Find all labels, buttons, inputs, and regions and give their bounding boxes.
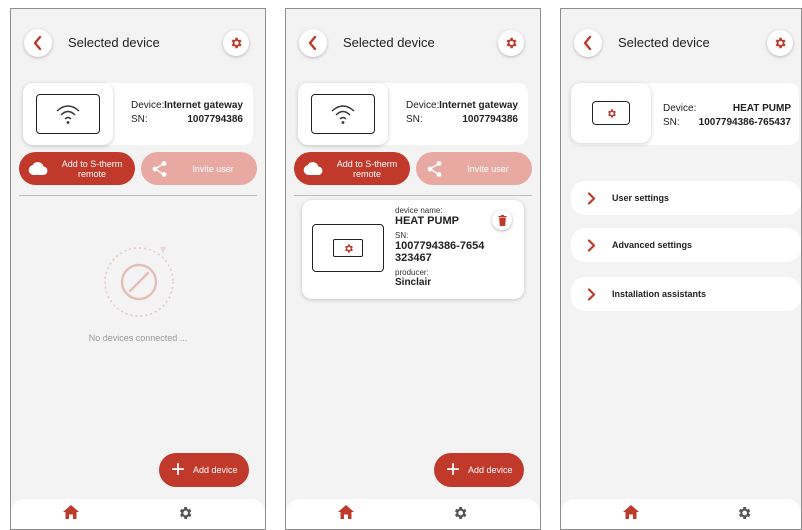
gear-icon[interactable] (452, 505, 468, 521)
gear-icon (775, 37, 786, 49)
sn-label: SN: (131, 114, 148, 125)
add-device-button[interactable]: + Add device (434, 453, 524, 487)
add-device-button[interactable]: + Add device (159, 453, 249, 487)
device-label: Device: (663, 103, 697, 114)
share-icon (427, 160, 442, 177)
invite-user-button[interactable]: Invite user (141, 152, 257, 185)
page-title: Selected device (343, 35, 435, 50)
sn-value: 1007794386 (187, 114, 243, 125)
chevron-right-icon (587, 287, 596, 301)
wifi-icon (56, 105, 80, 124)
menu-advanced-settings[interactable]: Advanced settings (571, 228, 801, 262)
back-button[interactable] (574, 29, 602, 57)
heat-pump-image (312, 224, 384, 272)
child-sn-label: SN: (395, 231, 409, 240)
settings-button[interactable] (498, 30, 524, 56)
child-sn-line1: 1007794386-7654 (395, 240, 485, 252)
cloud-icon (303, 161, 323, 175)
producer-value: Sinclair (395, 277, 432, 288)
sn-label: SN: (406, 114, 423, 125)
sn-value: 1007794386-765437 (698, 117, 791, 128)
header: Selected device (286, 29, 540, 57)
invite-user-label: Invite user (467, 163, 509, 174)
gateway-image (298, 83, 388, 145)
gear-icon (344, 243, 353, 253)
child-sn-line2: 323467 (395, 252, 432, 264)
header: Selected device (561, 29, 801, 57)
delete-device-button[interactable] (492, 210, 512, 230)
gear-icon (607, 108, 616, 118)
screen-gateway-empty: Selected device Device: Internet gateway… (10, 8, 266, 530)
settings-button[interactable] (767, 30, 793, 56)
divider (294, 195, 532, 196)
gear-icon[interactable] (736, 505, 752, 521)
gateway-card: Device: Internet gateway SN: 1007794386 (298, 83, 528, 145)
trash-icon (498, 214, 506, 226)
gear-icon[interactable] (177, 505, 193, 521)
heat-pump-card: Device: HEAT PUMP SN: 1007794386-765437 (571, 83, 799, 145)
connected-device-card[interactable]: device name: HEAT PUMP SN: 1007794386-76… (302, 200, 524, 299)
menu-label: User settings (612, 193, 670, 203)
device-label: Device: (406, 100, 440, 111)
no-devices-illustration (104, 247, 174, 317)
wifi-icon (331, 105, 355, 124)
sn-label: SN: (663, 117, 680, 128)
chevron-right-icon (587, 238, 596, 252)
home-icon[interactable] (623, 505, 639, 520)
bottom-nav (286, 499, 540, 529)
add-device-label: Add device (193, 465, 238, 475)
plus-icon: + (446, 456, 461, 483)
gateway-card: Device: Internet gateway SN: 1007794386 (23, 83, 253, 145)
add-to-remote-button[interactable]: Add to S-therm remote (294, 152, 410, 185)
sn-value: 1007794386 (462, 114, 518, 125)
back-button[interactable] (24, 29, 52, 57)
device-name-value: HEAT PUMP (395, 215, 459, 227)
producer-label: producer: (395, 268, 429, 277)
gateway-image (23, 83, 113, 145)
device-name-label: device name: (395, 206, 443, 215)
add-to-remote-label: Add to S-therm remote (61, 158, 123, 179)
screen-heat-pump: Selected device Device: HEAT PUMP SN: 10… (560, 8, 802, 530)
settings-button[interactable] (223, 30, 249, 56)
back-button[interactable] (299, 29, 327, 57)
menu-label: Installation assistants (612, 289, 707, 299)
header: Selected device (11, 29, 265, 57)
bottom-nav (11, 499, 265, 529)
bottom-nav (561, 499, 801, 529)
menu-installation-assistants[interactable]: Installation assistants (571, 277, 801, 311)
menu-user-settings[interactable]: User settings (571, 181, 801, 215)
plus-icon: + (171, 456, 186, 483)
chevron-right-icon (587, 191, 596, 205)
invite-user-button[interactable]: Invite user (416, 152, 532, 185)
share-icon (152, 160, 167, 177)
add-to-remote-button[interactable]: Add to S-therm remote (19, 152, 135, 185)
add-to-remote-label: Add to S-therm remote (336, 158, 398, 179)
empty-message: No devices connected ... (88, 333, 188, 343)
device-label: Device: (131, 100, 165, 111)
heat-pump-image (571, 83, 651, 143)
device-value: Internet gateway (439, 100, 518, 111)
chevron-left-icon (33, 36, 42, 50)
home-icon[interactable] (63, 505, 79, 520)
page-title: Selected device (618, 35, 710, 50)
chevron-left-icon (308, 36, 317, 50)
divider (19, 195, 257, 196)
gear-icon (231, 37, 242, 49)
screen-gateway-with-device: Selected device Device: Internet gateway… (285, 8, 541, 530)
menu-label: Advanced settings (612, 240, 693, 250)
add-device-label: Add device (468, 465, 513, 475)
page-title: Selected device (68, 35, 160, 50)
chevron-left-icon (583, 36, 592, 50)
gear-icon (506, 37, 517, 49)
device-value: HEAT PUMP (732, 103, 791, 114)
home-icon[interactable] (338, 505, 354, 520)
invite-user-label: Invite user (192, 163, 234, 174)
device-value: Internet gateway (164, 100, 243, 111)
cloud-icon (28, 161, 48, 175)
